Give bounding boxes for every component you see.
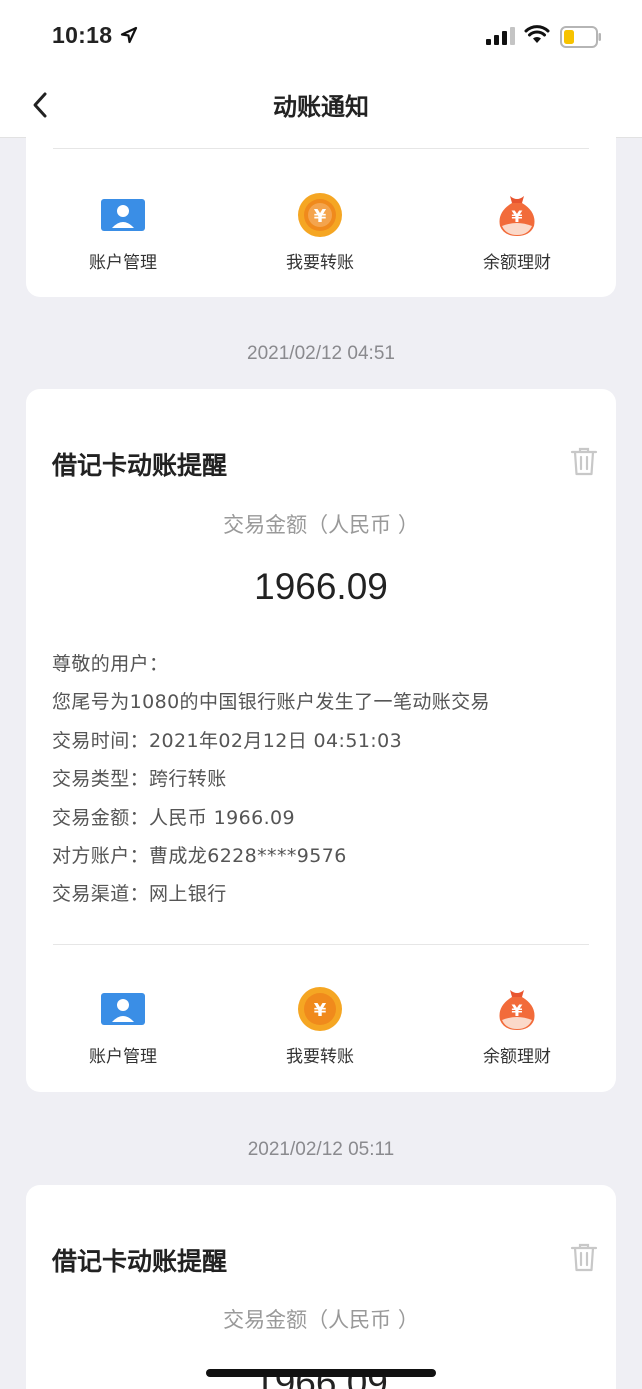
message-card-next: 借记卡动账提醒 交易金额（人民币 ） 1966.09 <box>26 1185 616 1389</box>
svg-text:¥: ¥ <box>314 1000 327 1021</box>
account-card-icon <box>101 993 145 1025</box>
balance-wealth-label: 余额理财 <box>483 1047 551 1067</box>
transfer-button[interactable]: ¥ 我要转账 <box>240 986 400 1067</box>
balance-wealth-button[interactable]: ¥ 余额理财 <box>437 986 597 1067</box>
detail-time: 交易时间：2021年02月12日 04:51:03 <box>52 729 403 752</box>
detail-greeting: 尊敬的用户： <box>52 653 169 675</box>
account-management-button[interactable]: 账户管理 <box>43 192 203 273</box>
amount-label: 交易金额（人民币 ） <box>223 513 419 537</box>
transfer-label: 我要转账 <box>286 253 354 273</box>
account-management-label: 账户管理 <box>89 1047 157 1067</box>
transfer-button[interactable]: ¥ 我要转账 <box>240 192 400 273</box>
amount-value: 1966.09 <box>254 566 388 607</box>
detail-type: 交易类型：跨行转账 <box>52 768 227 791</box>
yuan-coin-icon: ¥ <box>298 987 342 1031</box>
status-time: 10:18 <box>52 22 113 48</box>
message-timestamp: 2021/02/12 05:11 <box>247 1139 395 1160</box>
divider <box>53 148 589 149</box>
trash-icon[interactable] <box>570 1242 598 1272</box>
detail-amount: 交易金额：人民币 1966.09 <box>52 806 296 829</box>
svg-text:¥: ¥ <box>511 1001 522 1020</box>
detail-channel: 交易渠道：网上银行 <box>52 883 227 906</box>
message-card: 借记卡动账提醒 交易金额（人民币 ） 1966.09 尊敬的用户： 您尾号为10… <box>26 389 616 1092</box>
page-title: 动账通知 <box>273 93 369 121</box>
balance-wealth-button[interactable]: ¥ 余额理财 <box>437 192 597 273</box>
location-arrow-icon <box>120 26 138 44</box>
account-card-icon <box>101 199 145 231</box>
svg-text:¥: ¥ <box>511 207 522 226</box>
transfer-label: 我要转账 <box>286 1047 354 1067</box>
home-indicator <box>206 1369 436 1377</box>
account-management-button[interactable]: 账户管理 <box>43 986 203 1067</box>
cellular-signal-icon <box>486 27 515 45</box>
balance-wealth-label: 余额理财 <box>483 253 551 273</box>
quick-actions: 账户管理 ¥ 我要转账 ¥ 余额理财 <box>26 192 616 292</box>
message-details: 尊敬的用户： 您尾号为1080的中国银行账户发生了一笔动账交易 交易时间：202… <box>52 645 592 914</box>
battery-icon <box>560 26 601 48</box>
detail-summary: 您尾号为1080的中国银行账户发生了一笔动账交易 <box>52 691 490 714</box>
message-title: 借记卡动账提醒 <box>52 451 228 480</box>
status-bar: 10:18 <box>0 0 642 72</box>
amount-label: 交易金额（人民币 ） <box>223 1308 419 1332</box>
message-timestamp: 2021/02/12 04:51 <box>247 343 395 364</box>
money-bag-icon: ¥ <box>499 196 535 236</box>
money-bag-icon: ¥ <box>499 990 535 1030</box>
account-management-label: 账户管理 <box>89 253 157 273</box>
message-card-previous: 账户管理 ¥ 我要转账 ¥ 余额理财 <box>26 120 616 297</box>
quick-actions: 账户管理 ¥ 我要转账 ¥ 余额理财 <box>26 986 616 1086</box>
yuan-coin-icon: ¥ <box>298 193 342 237</box>
trash-icon[interactable] <box>570 446 598 476</box>
message-title: 借记卡动账提醒 <box>52 1247 228 1276</box>
detail-counterparty: 对方账户：曹成龙6228****9576 <box>52 844 347 867</box>
divider <box>53 944 589 945</box>
wifi-icon <box>524 25 550 43</box>
svg-text:¥: ¥ <box>314 206 327 227</box>
